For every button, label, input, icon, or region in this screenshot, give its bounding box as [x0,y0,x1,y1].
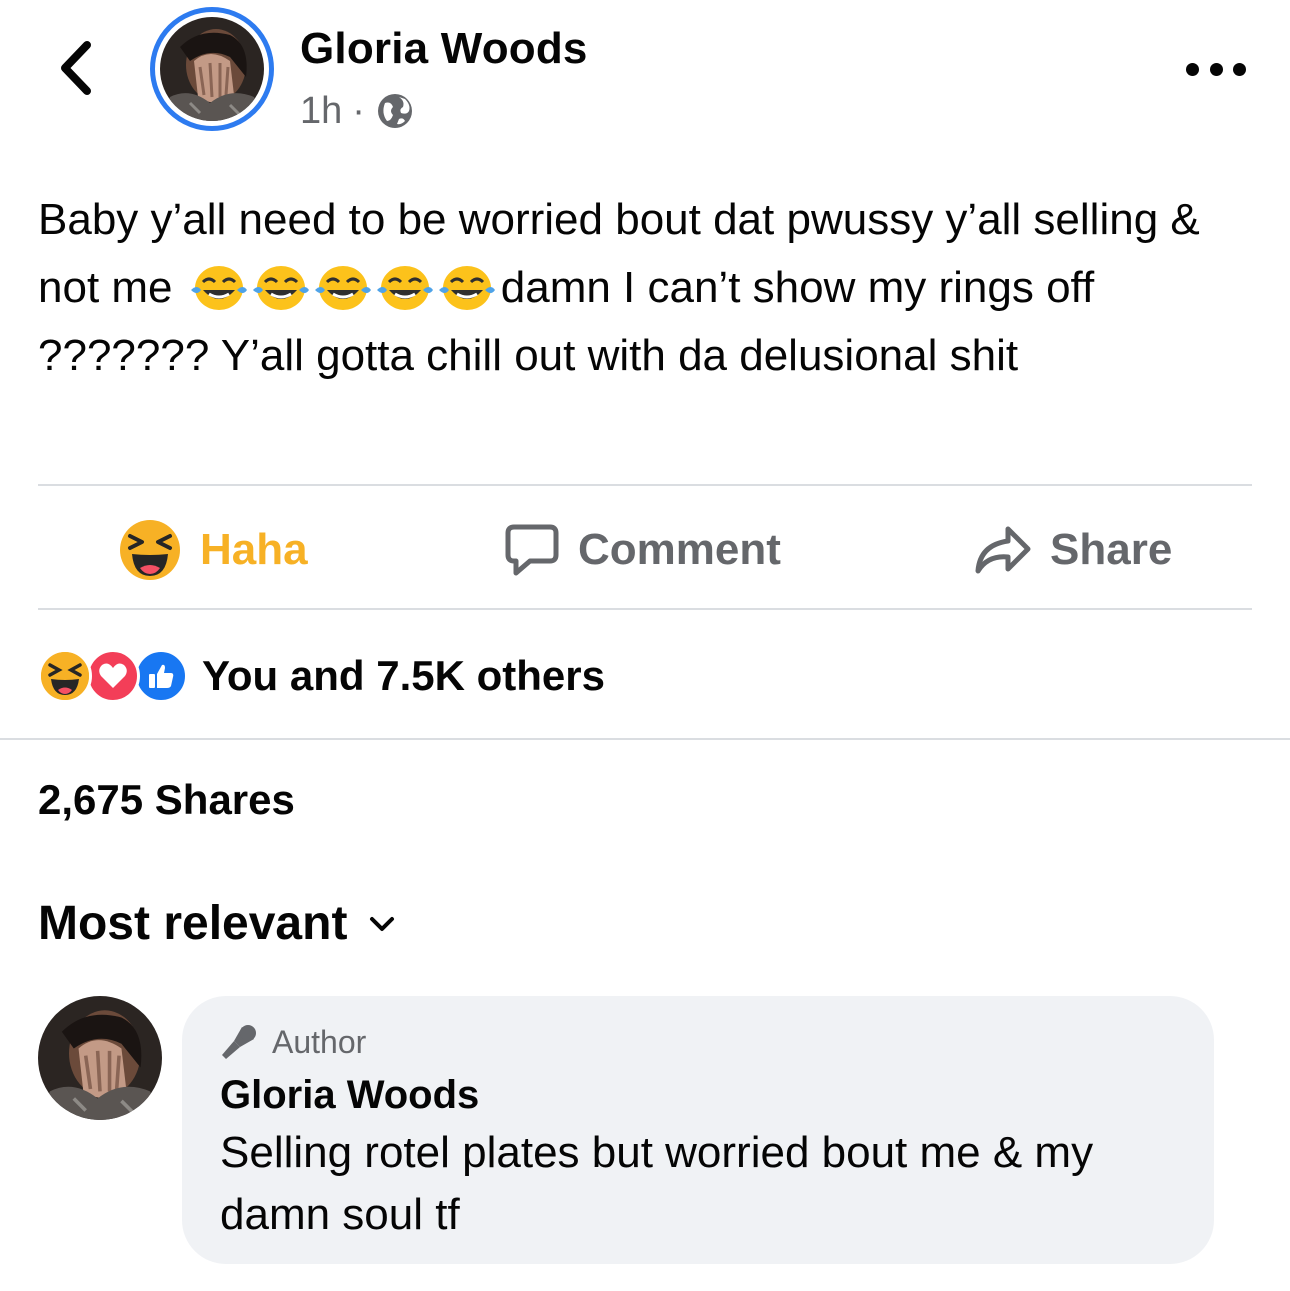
share-arrow-icon [975,526,1031,574]
haha-reaction-icon [120,520,180,580]
haha-reaction-icon [38,649,92,703]
sort-label: Most relevant [38,897,348,950]
post-meta: 1h · [300,88,415,134]
tears-of-joy-emoji-icon [438,266,495,310]
share-button[interactable]: Share [974,510,1172,590]
comment-text: Selling rotel plates but worried bout me… [220,1128,1094,1239]
more-options-button[interactable] [1186,56,1246,82]
commenter-name[interactable]: Gloria Woods [220,1068,1176,1122]
comment-bubble[interactable]: Author Gloria Woods Selling rotel plates… [182,996,1214,1264]
tears-of-joy-emoji-icon [252,266,309,310]
comment-icon [505,524,559,576]
commenter-avatar[interactable] [38,996,162,1120]
microphone-icon [222,1025,256,1059]
action-bar: Haha Comment Share [38,490,1252,608]
author-badge-label: Author [272,1023,367,1060]
meta-separator: · [352,89,365,132]
more-horizontal-icon [1186,62,1199,76]
timestamp[interactable]: 1h [300,90,342,133]
haha-button[interactable]: Haha [118,510,308,590]
comment-button[interactable]: Comment [504,510,781,590]
divider-full [0,738,1290,740]
tears-of-joy-emoji-icon [376,266,433,310]
chevron-left-icon [61,41,91,95]
haha-label: Haha [200,525,308,574]
globe-icon [377,94,412,128]
author-name[interactable]: Gloria Woods [300,24,588,74]
reactions-count: You and 7.5K others [202,652,605,699]
reactions-summary[interactable]: You and 7.5K others [38,640,605,712]
laughing-emoji-group [187,264,497,312]
comment-sort-dropdown[interactable]: Most relevant [38,896,395,951]
back-button[interactable] [50,38,100,98]
author-avatar[interactable] [150,7,274,131]
author-badge: Author [220,1022,1176,1062]
chevron-down-icon [370,916,395,931]
tears-of-joy-emoji-icon [314,266,371,310]
love-reaction-icon [86,649,140,703]
divider-middle [38,608,1252,610]
shares-count[interactable]: 2,675 Shares [38,776,295,824]
like-reaction-icon [134,649,188,703]
divider-top [38,484,1252,486]
post-header: Gloria Woods 1h · [0,0,1290,150]
share-label: Share [1050,525,1173,574]
avatar-image [160,17,264,121]
post-text: Baby y’all need to be worried bout dat p… [38,186,1258,390]
tears-of-joy-emoji-icon [190,266,247,310]
comment-label: Comment [578,525,781,574]
